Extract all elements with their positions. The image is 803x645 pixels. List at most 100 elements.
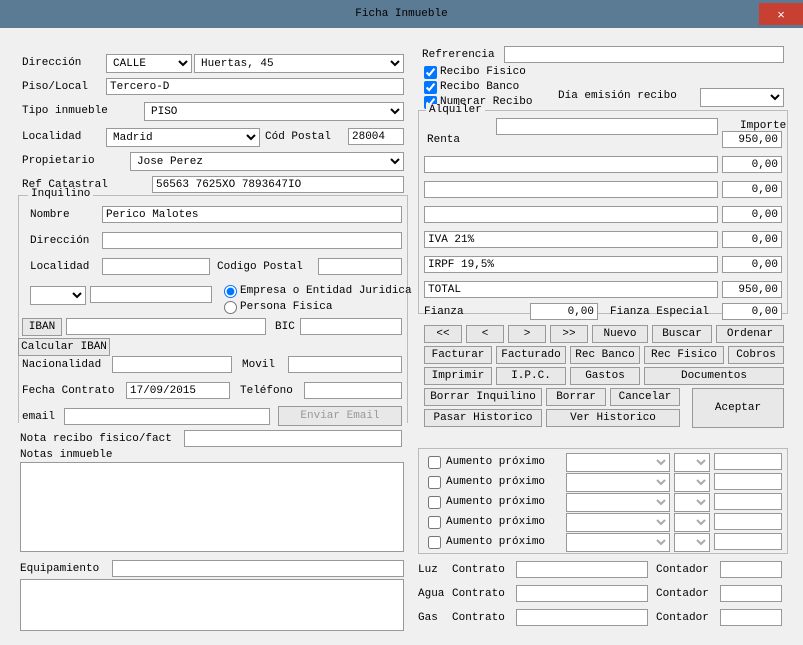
btn-cobros[interactable]: Cobros xyxy=(728,346,784,364)
tel-input[interactable] xyxy=(304,382,402,399)
irpf-input[interactable] xyxy=(424,256,718,273)
btn-borrarinq[interactable]: Borrar Inquilino xyxy=(424,388,542,406)
aum-sel2-0[interactable] xyxy=(674,453,710,472)
enviar-email-button[interactable]: Enviar Email xyxy=(278,406,402,426)
fcontrato-input[interactable] xyxy=(126,382,230,399)
aum-val-1[interactable] xyxy=(714,473,782,490)
btn-ordenar[interactable]: Ordenar xyxy=(716,325,784,343)
cb-recibo-fisico[interactable] xyxy=(424,66,437,79)
btn-docs[interactable]: Documentos xyxy=(644,367,784,385)
btn-borrar[interactable]: Borrar xyxy=(546,388,606,406)
importe-0[interactable] xyxy=(722,131,782,148)
luz-contrato-input[interactable] xyxy=(516,561,648,578)
inq-doctype-select[interactable] xyxy=(30,286,86,305)
cb-aum-0[interactable] xyxy=(428,456,441,469)
gas-contador-input[interactable] xyxy=(720,609,782,626)
importe-3[interactable] xyxy=(722,206,782,223)
inq-loc-label: Localidad xyxy=(30,261,89,273)
aum-sel2-4[interactable] xyxy=(674,533,710,552)
btn-aceptar[interactable]: Aceptar xyxy=(692,388,784,428)
gas-contrato-input[interactable] xyxy=(516,609,648,626)
aum-sel-0[interactable] xyxy=(566,453,670,472)
inq-cp-input[interactable] xyxy=(318,258,402,275)
btn-buscar[interactable]: Buscar xyxy=(652,325,712,343)
concepto-2[interactable] xyxy=(424,181,718,198)
iban-button[interactable]: IBAN xyxy=(22,318,62,336)
cb-aum-1[interactable] xyxy=(428,476,441,489)
radio-persona[interactable] xyxy=(224,301,237,314)
cb-recibo-banco[interactable] xyxy=(424,81,437,94)
btn-first[interactable]: << xyxy=(424,325,462,343)
piso-input[interactable] xyxy=(106,78,404,95)
nac-input[interactable] xyxy=(112,356,232,373)
via-select[interactable]: CALLE xyxy=(106,54,192,73)
btn-cancelar[interactable]: Cancelar xyxy=(610,388,680,406)
agua-contrato-input[interactable] xyxy=(516,585,648,602)
localidad-select[interactable]: Madrid xyxy=(106,128,260,147)
aum-sel-2[interactable] xyxy=(566,493,670,512)
aum-sel-3[interactable] xyxy=(566,513,670,532)
movil-input[interactable] xyxy=(288,356,402,373)
radio-empresa[interactable] xyxy=(224,285,237,298)
aum-sel-4[interactable] xyxy=(566,533,670,552)
luz-contador-input[interactable] xyxy=(720,561,782,578)
gas-contrato-label: Contrato xyxy=(452,612,505,624)
cb-aum-4[interactable] xyxy=(428,536,441,549)
notas-inmueble-text[interactable] xyxy=(20,462,404,552)
fianzaesp-input[interactable] xyxy=(722,303,782,320)
btn-recbanco[interactable]: Rec Banco xyxy=(570,346,640,364)
equip-text[interactable] xyxy=(20,579,404,631)
btn-nuevo[interactable]: Nuevo xyxy=(592,325,648,343)
aum-sel2-1[interactable] xyxy=(674,473,710,492)
btn-ipc[interactable]: I.P.C. xyxy=(496,367,566,385)
concepto-1[interactable] xyxy=(424,156,718,173)
calle-select[interactable]: Huertas, 45 xyxy=(194,54,404,73)
agua-contador-input[interactable] xyxy=(720,585,782,602)
btn-verh[interactable]: Ver Historico xyxy=(546,409,680,427)
aum-val-3[interactable] xyxy=(714,513,782,530)
aum-sel2-3[interactable] xyxy=(674,513,710,532)
bic-input[interactable] xyxy=(300,318,402,335)
iva-input[interactable] xyxy=(424,231,718,248)
cb-aum-2[interactable] xyxy=(428,496,441,509)
cb-aum-3[interactable] xyxy=(428,516,441,529)
btn-imprimir[interactable]: Imprimir xyxy=(424,367,492,385)
calciban-button[interactable]: Calcular IBAN xyxy=(18,338,110,356)
btn-next[interactable]: > xyxy=(508,325,546,343)
cp-input[interactable] xyxy=(348,128,404,145)
ref-input[interactable] xyxy=(504,46,784,63)
fianza-input[interactable] xyxy=(530,303,598,320)
inq-dir-input[interactable] xyxy=(102,232,402,249)
aum-sel2-2[interactable] xyxy=(674,493,710,512)
aum-val-4[interactable] xyxy=(714,533,782,550)
btn-recfisico[interactable]: Rec Fisico xyxy=(644,346,724,364)
email-input[interactable] xyxy=(64,408,270,425)
iva-val[interactable] xyxy=(722,231,782,248)
irpf-val[interactable] xyxy=(722,256,782,273)
aum-val-2[interactable] xyxy=(714,493,782,510)
btn-pasarh[interactable]: Pasar Historico xyxy=(424,409,542,427)
concepto-0[interactable] xyxy=(496,118,718,135)
equip-label: Equipamiento xyxy=(20,563,99,575)
diaemis-select[interactable] xyxy=(700,88,784,107)
iban-input[interactable] xyxy=(66,318,266,335)
concepto-3[interactable] xyxy=(424,206,718,223)
btn-facturado[interactable]: Facturado xyxy=(496,346,566,364)
importe-1[interactable] xyxy=(722,156,782,173)
close-button[interactable]: × xyxy=(759,3,803,25)
aum-val-0[interactable] xyxy=(714,453,782,470)
inq-nombre-input[interactable] xyxy=(102,206,402,223)
btn-facturar[interactable]: Facturar xyxy=(424,346,492,364)
inq-doc-input[interactable] xyxy=(90,286,212,303)
aum-sel-1[interactable] xyxy=(566,473,670,492)
btn-prev[interactable]: < xyxy=(466,325,504,343)
prop-select[interactable]: Jose Perez xyxy=(130,152,404,171)
nota-recibo-input[interactable] xyxy=(184,430,402,447)
equip-input[interactable] xyxy=(112,560,404,577)
btn-gastos[interactable]: Gastos xyxy=(570,367,640,385)
importe-2[interactable] xyxy=(722,181,782,198)
btn-last[interactable]: >> xyxy=(550,325,588,343)
inq-loc-input[interactable] xyxy=(102,258,210,275)
refcat-input[interactable] xyxy=(152,176,404,193)
tipo-select[interactable]: PISO xyxy=(144,102,404,121)
